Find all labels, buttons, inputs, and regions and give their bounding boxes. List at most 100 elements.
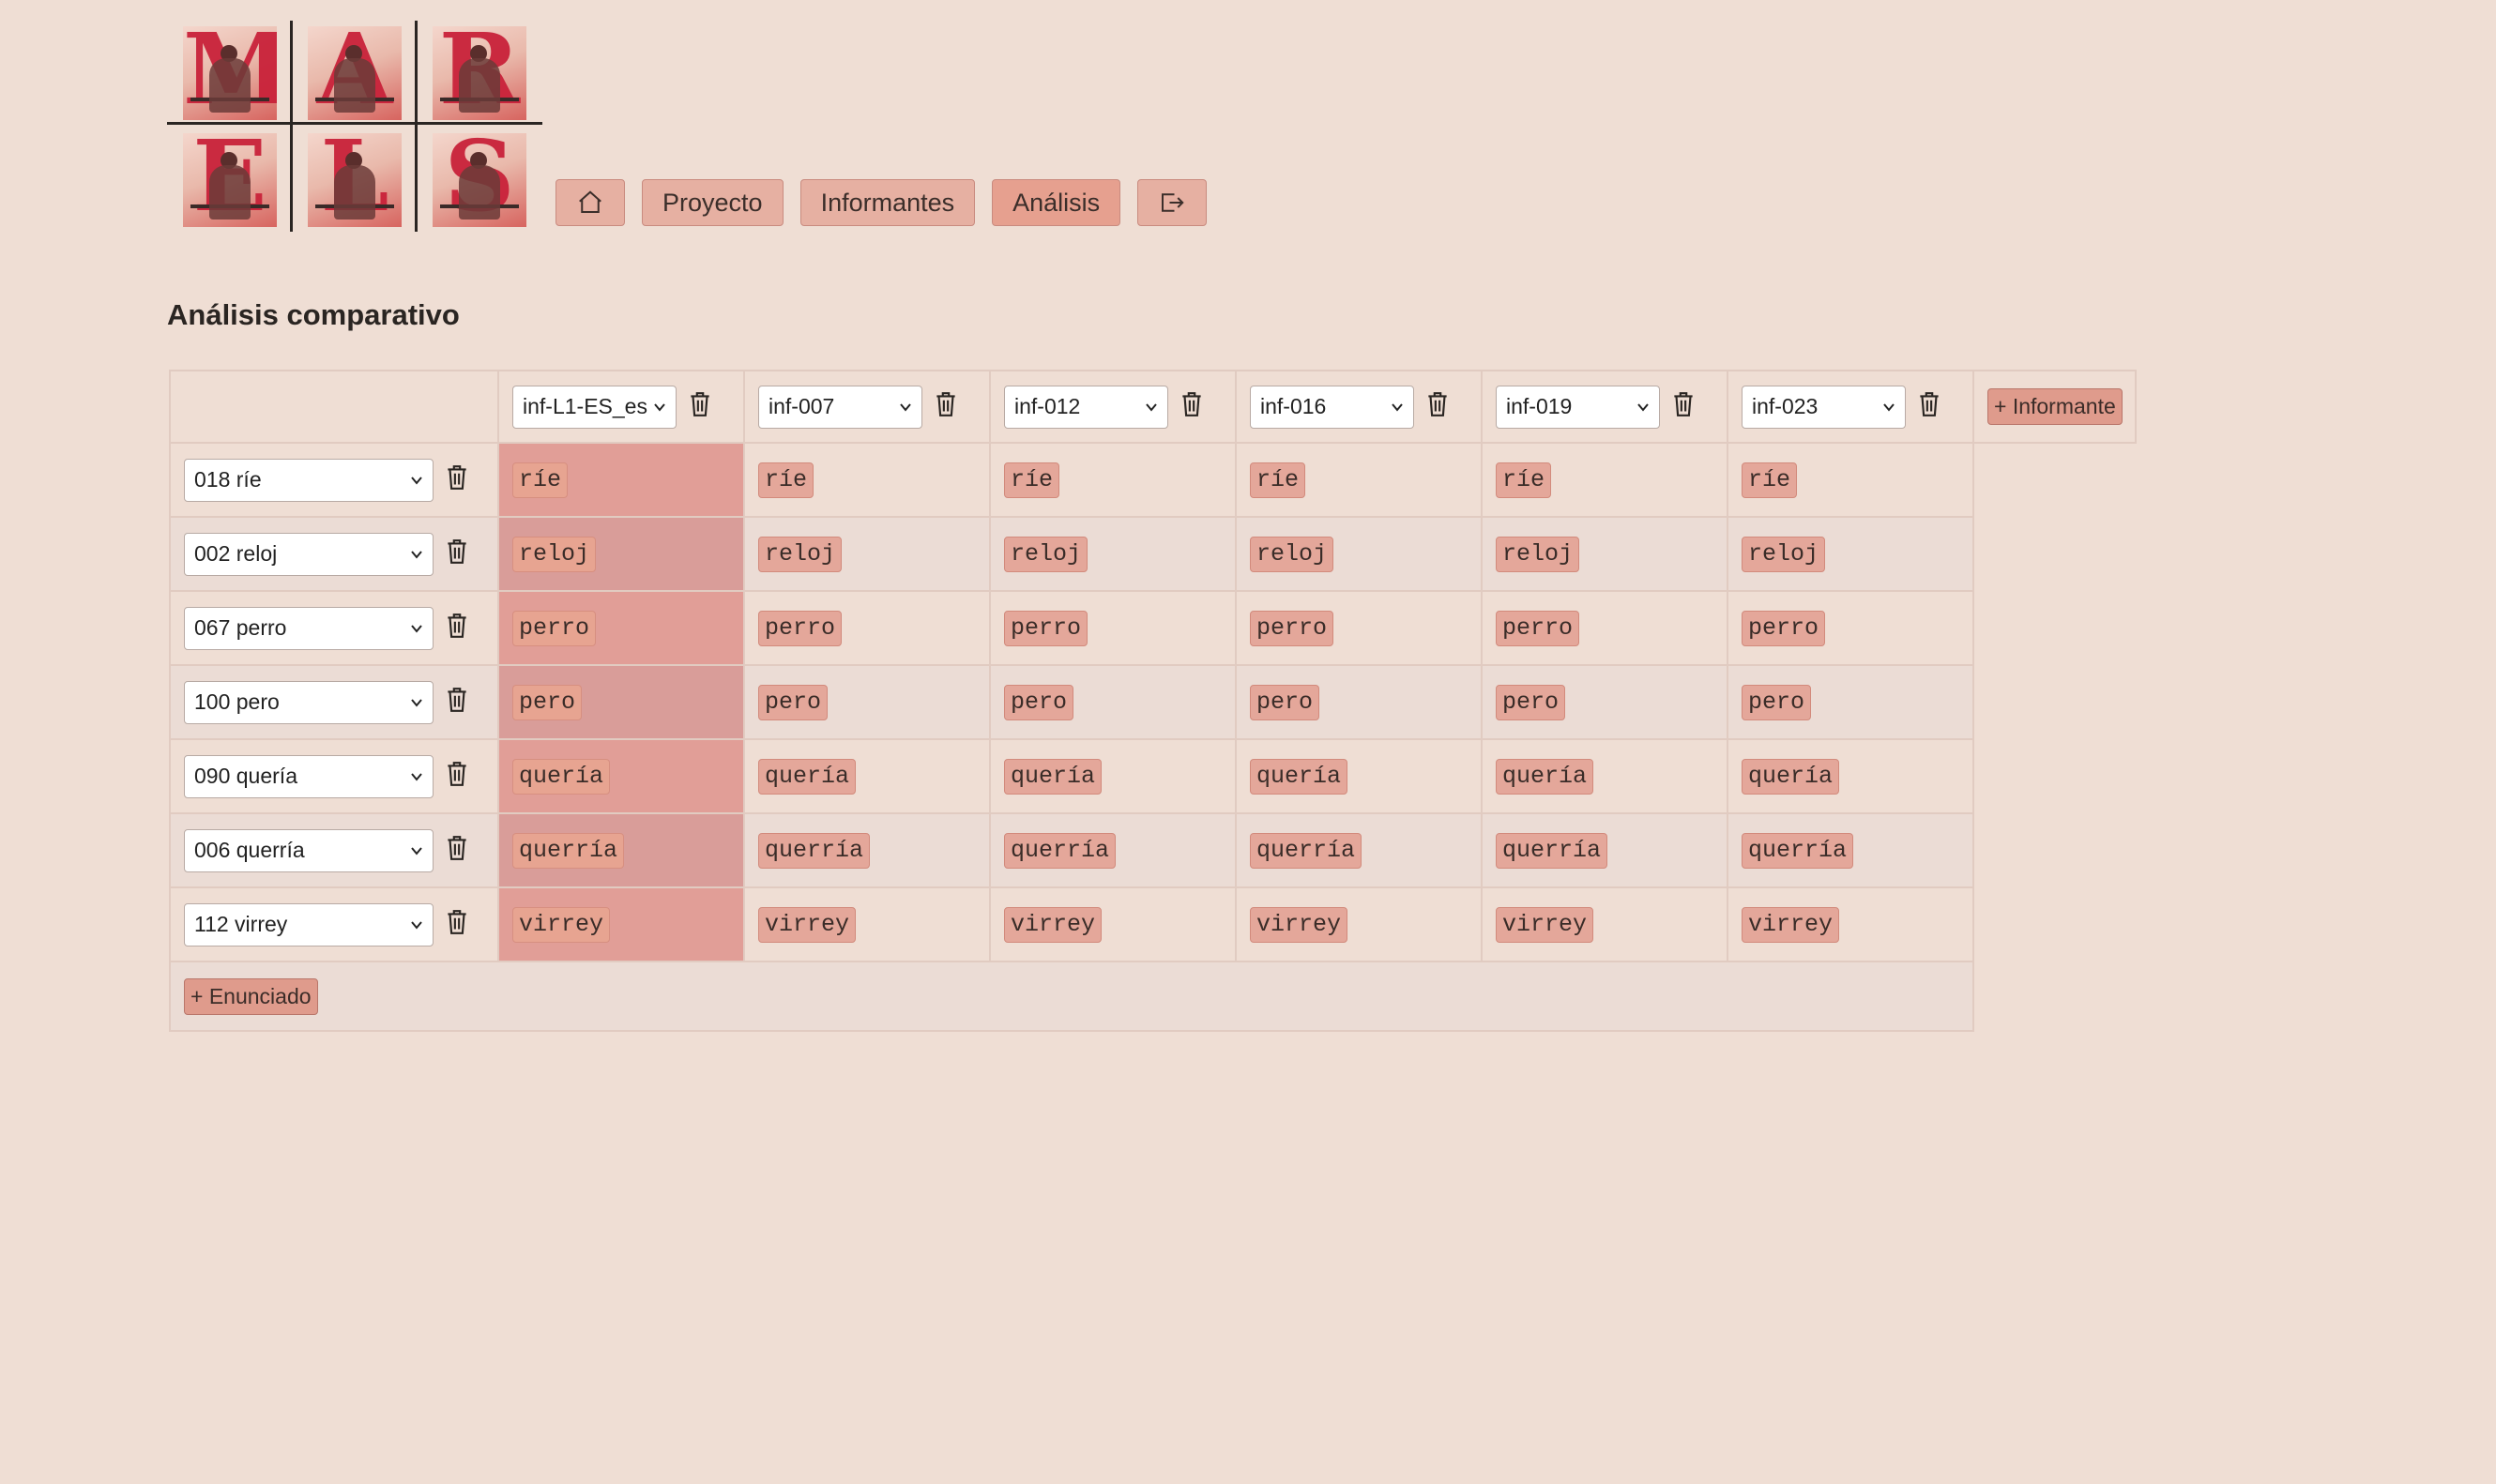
transcription-tag[interactable]: virrey (1742, 906, 1840, 943)
transcription-tag[interactable]: virrey (1250, 906, 1348, 943)
transcription-cell[interactable]: quería (1728, 740, 1974, 814)
transcription-tag[interactable]: perro (1496, 610, 1580, 646)
utterance-select[interactable]: 018 ríe (184, 458, 434, 502)
transcription-cell[interactable]: perro (1237, 592, 1483, 666)
transcription-tag[interactable]: querría (1250, 832, 1362, 869)
utterance-select[interactable]: 100 pero (184, 680, 434, 724)
transcription-cell[interactable]: quería (745, 740, 991, 814)
delete-informant-button[interactable] (934, 390, 958, 423)
transcription-tag[interactable]: ríe (1742, 462, 1798, 498)
transcription-tag[interactable]: reloj (512, 536, 597, 572)
reference-cell[interactable]: ríe (499, 444, 745, 518)
transcription-cell[interactable]: quería (1237, 740, 1483, 814)
transcription-cell[interactable]: querría (745, 814, 991, 888)
add-utterance-button[interactable]: + Enunciado (184, 977, 318, 1015)
transcription-cell[interactable]: querría (991, 814, 1237, 888)
transcription-tag[interactable]: ríe (758, 462, 814, 498)
reference-cell[interactable]: pero (499, 666, 745, 740)
transcription-tag[interactable]: querría (512, 832, 625, 869)
informant-select[interactable]: inf-L1-ES_es (512, 385, 677, 429)
nav-informantes[interactable]: Informantes (799, 179, 976, 226)
transcription-tag[interactable]: quería (512, 758, 611, 795)
informant-select[interactable]: inf-012 (1004, 385, 1168, 429)
transcription-tag[interactable]: quería (758, 758, 857, 795)
transcription-tag[interactable]: pero (1004, 684, 1074, 720)
transcription-cell[interactable]: querría (1728, 814, 1974, 888)
transcription-tag[interactable]: ríe (1250, 462, 1306, 498)
transcription-cell[interactable]: pero (991, 666, 1237, 740)
transcription-cell[interactable]: pero (1728, 666, 1974, 740)
reference-cell[interactable]: perro (499, 592, 745, 666)
transcription-cell[interactable]: pero (1483, 666, 1728, 740)
transcription-cell[interactable]: virrey (991, 888, 1237, 962)
informant-select[interactable]: inf-007 (758, 385, 922, 429)
transcription-tag[interactable]: ríe (1496, 462, 1552, 498)
reference-cell[interactable]: querría (499, 814, 745, 888)
transcription-cell[interactable]: virrey (1728, 888, 1974, 962)
transcription-tag[interactable]: pero (1742, 684, 1812, 720)
transcription-tag[interactable]: reloj (1004, 536, 1088, 572)
transcription-cell[interactable]: perro (1483, 592, 1728, 666)
home-button[interactable] (556, 179, 625, 226)
transcription-cell[interactable]: ríe (1728, 444, 1974, 518)
add-informant-button[interactable]: + Informante (1987, 388, 2123, 425)
transcription-cell[interactable]: perro (1728, 592, 1974, 666)
delete-informant-button[interactable] (1425, 390, 1450, 423)
delete-utterance-button[interactable] (445, 908, 469, 941)
delete-utterance-button[interactable] (445, 834, 469, 867)
transcription-cell[interactable]: reloj (1483, 518, 1728, 592)
transcription-tag[interactable]: virrey (1496, 906, 1594, 943)
transcription-cell[interactable]: perro (745, 592, 991, 666)
transcription-cell[interactable]: ríe (1237, 444, 1483, 518)
transcription-tag[interactable]: ríe (1004, 462, 1060, 498)
transcription-tag[interactable]: querría (1496, 832, 1608, 869)
transcription-tag[interactable]: pero (1496, 684, 1566, 720)
transcription-cell[interactable]: perro (991, 592, 1237, 666)
transcription-tag[interactable]: reloj (758, 536, 843, 572)
delete-informant-button[interactable] (688, 390, 712, 423)
utterance-select[interactable]: 090 quería (184, 754, 434, 798)
transcription-cell[interactable]: reloj (745, 518, 991, 592)
transcription-tag[interactable]: virrey (1004, 906, 1103, 943)
transcription-cell[interactable]: querría (1237, 814, 1483, 888)
transcription-cell[interactable]: ríe (1483, 444, 1728, 518)
transcription-tag[interactable]: querría (758, 832, 871, 869)
reference-cell[interactable]: virrey (499, 888, 745, 962)
informant-select[interactable]: inf-016 (1250, 385, 1414, 429)
reference-cell[interactable]: quería (499, 740, 745, 814)
transcription-tag[interactable]: perro (512, 610, 597, 646)
transcription-tag[interactable]: quería (1004, 758, 1103, 795)
transcription-tag[interactable]: reloj (1742, 536, 1826, 572)
reference-cell[interactable]: reloj (499, 518, 745, 592)
transcription-tag[interactable]: quería (1742, 758, 1840, 795)
utterance-select[interactable]: 112 virrey (184, 902, 434, 946)
transcription-cell[interactable]: ríe (745, 444, 991, 518)
utterance-select[interactable]: 067 perro (184, 606, 434, 650)
transcription-tag[interactable]: reloj (1496, 536, 1580, 572)
transcription-cell[interactable]: virrey (1483, 888, 1728, 962)
delete-utterance-button[interactable] (445, 463, 469, 496)
transcription-tag[interactable]: quería (1250, 758, 1348, 795)
utterance-select[interactable]: 006 querría (184, 828, 434, 872)
nav-proyecto[interactable]: Proyecto (642, 179, 784, 226)
logout-button[interactable] (1137, 179, 1208, 226)
delete-informant-button[interactable] (1180, 390, 1204, 423)
transcription-tag[interactable]: virrey (512, 906, 611, 943)
transcription-cell[interactable]: querría (1483, 814, 1728, 888)
transcription-cell[interactable]: reloj (991, 518, 1237, 592)
transcription-tag[interactable]: reloj (1250, 536, 1334, 572)
delete-utterance-button[interactable] (445, 612, 469, 644)
transcription-tag[interactable]: perro (1250, 610, 1334, 646)
transcription-cell[interactable]: pero (1237, 666, 1483, 740)
transcription-tag[interactable]: pero (512, 684, 583, 720)
transcription-tag[interactable]: querría (1004, 832, 1117, 869)
transcription-tag[interactable]: perro (1742, 610, 1826, 646)
informant-select[interactable]: inf-019 (1496, 385, 1660, 429)
transcription-cell[interactable]: quería (991, 740, 1237, 814)
delete-informant-button[interactable] (1671, 390, 1696, 423)
transcription-tag[interactable]: pero (1250, 684, 1320, 720)
transcription-cell[interactable]: virrey (1237, 888, 1483, 962)
utterance-select[interactable]: 002 reloj (184, 532, 434, 576)
transcription-tag[interactable]: quería (1496, 758, 1594, 795)
transcription-tag[interactable]: perro (758, 610, 843, 646)
